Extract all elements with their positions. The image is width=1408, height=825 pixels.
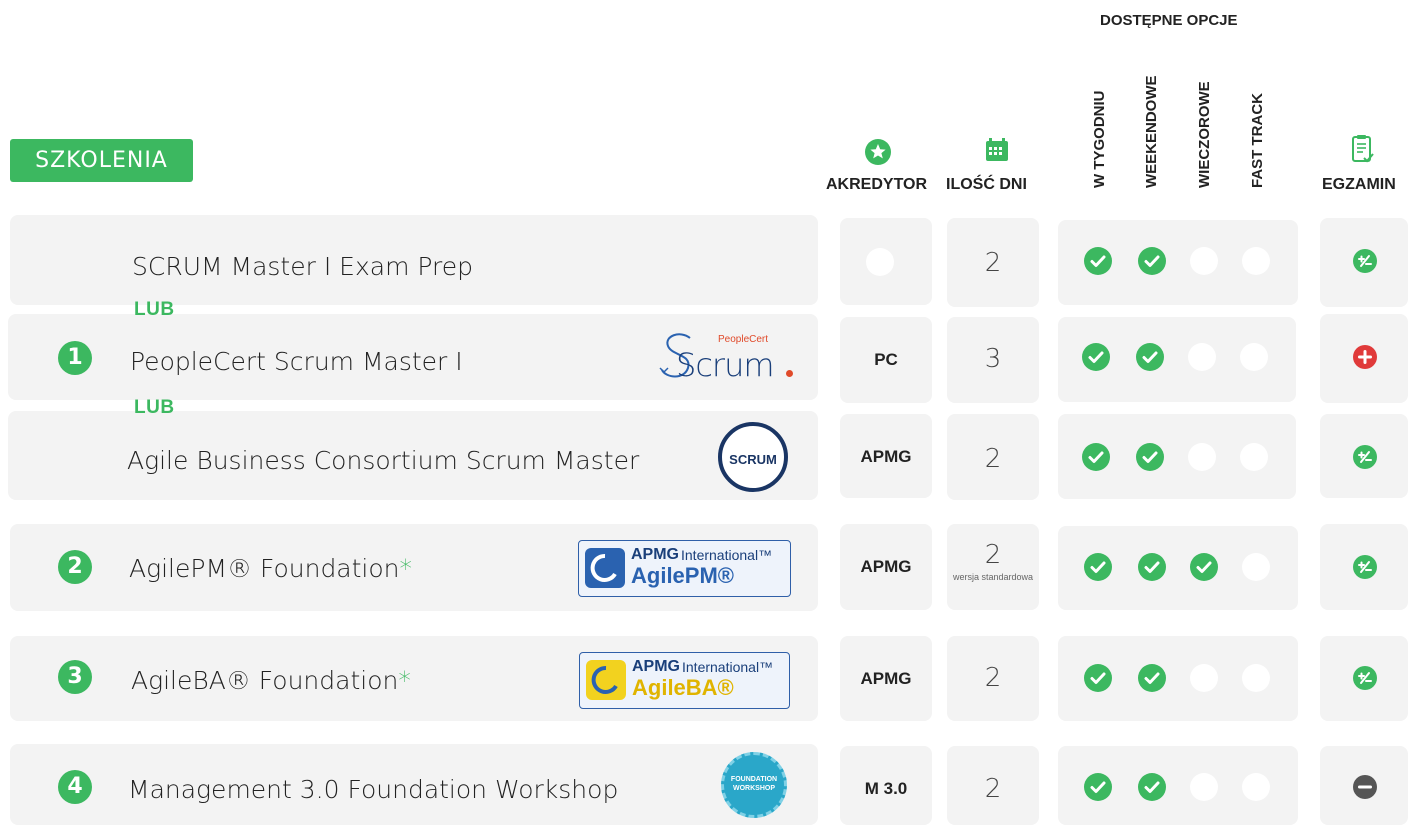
available-check-icon-weekday <box>1084 664 1112 692</box>
days-value: 2 <box>984 444 1002 474</box>
abc-badge-text: SCRUM <box>729 452 777 467</box>
unavailable-dot-evening <box>1190 664 1218 692</box>
course-title-text: AgileBA® Foundation <box>131 666 399 695</box>
exam-optional-icon <box>1353 555 1377 579</box>
days-value: 2 <box>984 663 1002 693</box>
exam-none-minus-icon <box>1353 775 1377 799</box>
section-label: SZKOLENIA <box>10 139 193 182</box>
exam-header: EGZAMIN <box>1322 176 1396 193</box>
unavailable-dot-fasttrack <box>1242 553 1270 581</box>
unavailable-dot-fasttrack <box>1240 443 1268 471</box>
option-header-weekend: WEEKENDOWE <box>1143 75 1160 189</box>
m30-badge-text: FOUNDATION WORKSHOP <box>730 776 778 792</box>
accreditor-code: APMG <box>860 447 912 466</box>
course-title[interactable]: PeopleCert Scrum Master I <box>130 347 463 376</box>
course-title[interactable]: Agile Business Consortium Scrum Master <box>127 446 639 475</box>
scrum-logo-text: Scrum <box>676 346 775 384</box>
apmg-brand-text: APMG <box>631 546 679 563</box>
apmg-international-text: International™ <box>682 659 774 675</box>
course-title[interactable]: SCRUM Master I Exam Prep <box>132 252 473 281</box>
days-note: wersja standardowa <box>952 572 1034 582</box>
star-badge-icon <box>864 138 892 166</box>
unavailable-dot-evening <box>1188 343 1216 371</box>
course-number-badge: 4 <box>58 770 92 804</box>
available-check-icon-weekday <box>1084 247 1112 275</box>
apmg-brand-text: APMG <box>632 658 680 675</box>
option-header-evening: WIECZOROWE <box>1196 81 1213 188</box>
accreditor-code: APMG <box>860 669 912 688</box>
available-check-icon-evening <box>1190 553 1218 581</box>
course-title-text: AgilePM® Foundation <box>129 554 400 583</box>
days-value: 2 <box>984 540 1002 570</box>
footnote-asterisk: * <box>399 554 413 583</box>
days-value: 2 <box>984 774 1002 804</box>
logo-dot <box>786 370 793 377</box>
exam-optional-icon <box>1353 249 1377 273</box>
unavailable-dot-evening <box>1190 773 1218 801</box>
available-check-icon-weekday <box>1082 343 1110 371</box>
or-label: LUB <box>134 299 175 320</box>
accreditor-code: APMG <box>860 557 912 576</box>
apmg-international-text: International™ <box>681 547 773 563</box>
course-number-badge: 3 <box>58 660 92 694</box>
apmg-agileba-logo: APMG International™ AgileBA® <box>579 652 790 709</box>
agilepm-logo-text: AgilePM® <box>631 563 734 588</box>
available-check-icon-weekend <box>1136 443 1164 471</box>
available-check-icon-weekend <box>1138 247 1166 275</box>
available-check-icon-weekday <box>1084 773 1112 801</box>
days-header: ILOŚĆ DNI <box>946 176 1027 193</box>
available-check-icon-weekend <box>1138 553 1166 581</box>
exam-optional-icon <box>1353 445 1377 469</box>
apmg-agilepm-logo: APMG International™ AgilePM® <box>578 540 791 597</box>
unavailable-dot-evening <box>1190 247 1218 275</box>
accreditor-code: M 3.0 <box>864 779 908 798</box>
clipboard-check-icon <box>1350 134 1376 166</box>
peoplecert-small-text: PeopleCert <box>718 334 769 345</box>
unavailable-dot-fasttrack <box>1242 664 1270 692</box>
abc-scrum-badge: SCRUM <box>718 422 788 492</box>
accreditor-header: AKREDYTOR <box>826 176 928 193</box>
options-title: DOSTĘPNE OPCJE <box>1100 12 1238 29</box>
days-value: 3 <box>984 344 1002 374</box>
option-header-weekday: W TYGODNIU <box>1091 90 1108 189</box>
available-check-icon-weekday <box>1082 443 1110 471</box>
agileba-logo-text: AgileBA® <box>632 675 734 700</box>
exam-included-plus-icon <box>1353 345 1377 369</box>
unavailable-dot-fasttrack <box>1240 343 1268 371</box>
available-check-icon-weekend <box>1138 664 1166 692</box>
course-number-badge: 1 <box>58 341 92 375</box>
course-title[interactable]: AgileBA® Foundation* <box>131 666 411 695</box>
calendar-icon <box>983 136 1011 164</box>
m30-foundation-badge: FOUNDATION WORKSHOP <box>721 752 787 818</box>
unavailable-dot-fasttrack <box>1242 773 1270 801</box>
available-check-icon-weekday <box>1084 553 1112 581</box>
or-label: LUB <box>134 397 175 418</box>
accreditor-code: PC <box>874 350 898 369</box>
unavailable-dot-evening <box>1188 443 1216 471</box>
unavailable-dot-fasttrack <box>1242 247 1270 275</box>
exam-optional-icon <box>1353 666 1377 690</box>
footnote-asterisk: * <box>398 666 411 695</box>
available-check-icon-weekend <box>1138 773 1166 801</box>
accreditor-placeholder <box>866 248 894 276</box>
course-number-badge: 2 <box>58 550 92 584</box>
days-value: 2 <box>984 248 1002 278</box>
course-title[interactable]: AgilePM® Foundation* <box>129 554 412 583</box>
course-title[interactable]: Management 3.0 Foundation Workshop <box>128 775 618 804</box>
peoplecert-scrum-logo: PeopleCert Scrum <box>658 330 798 384</box>
option-header-fasttrack: FAST TRACK <box>1249 93 1266 188</box>
available-check-icon-weekend <box>1136 343 1164 371</box>
